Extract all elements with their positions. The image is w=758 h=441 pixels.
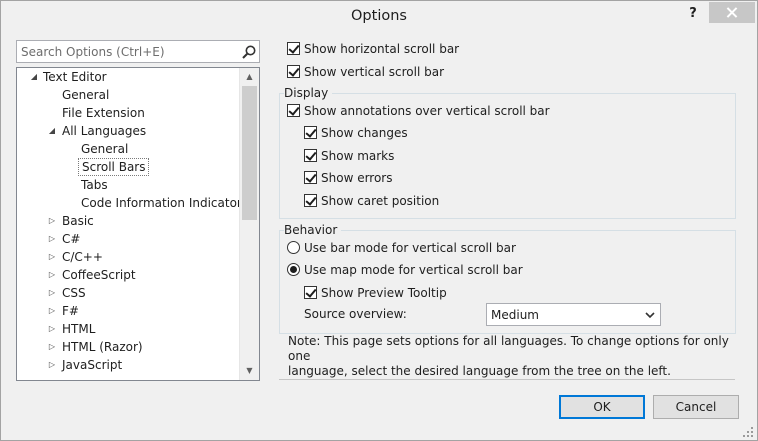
tree-item-label: General — [62, 88, 110, 102]
tree-item-label: Basic — [62, 214, 94, 228]
tree-item-label: Text Editor — [43, 70, 107, 84]
collapsed-arrow-icon[interactable]: ▷ — [47, 338, 57, 356]
note-line-2: language, select the desired language fr… — [288, 364, 671, 378]
tree-item-label: Scroll Bars — [78, 158, 150, 176]
collapsed-arrow-icon[interactable]: ▷ — [47, 284, 57, 302]
help-button[interactable]: ? — [683, 4, 703, 24]
tree-item-label: F# — [62, 304, 79, 318]
scrollbar-thumb[interactable] — [242, 86, 257, 220]
radio-circle[interactable] — [287, 241, 300, 254]
tree-item-label: CoffeeScript — [62, 268, 136, 282]
checkbox-label: Show caret position — [321, 194, 440, 208]
checkbox-box[interactable] — [287, 104, 300, 117]
chevron-down-icon — [645, 312, 655, 319]
note-text: Note: This page sets options for all lan… — [288, 334, 733, 379]
tree-item-label: Code Information Indicators — [81, 196, 241, 210]
note-line-1: Note: This page sets options for all lan… — [288, 334, 729, 363]
source-overview-label: Source overview: — [304, 307, 407, 321]
checkbox-box[interactable] — [304, 149, 317, 162]
search-input[interactable] — [17, 41, 235, 62]
expanded-arrow-icon[interactable]: ◢ — [29, 68, 39, 86]
options-tree: ◢ Text Editor General File Extension ◢ A… — [16, 67, 260, 381]
radio-label: Use map mode for vertical scroll bar — [304, 263, 523, 277]
tree-item-label: File Extension — [62, 106, 145, 120]
search-box — [16, 40, 260, 63]
dialog-title: Options — [351, 8, 407, 24]
close-icon — [727, 7, 737, 17]
close-button[interactable] — [709, 2, 755, 23]
checkbox-box[interactable] — [304, 171, 317, 184]
collapsed-arrow-icon[interactable]: ▷ — [47, 212, 57, 230]
radio-label: Use bar mode for vertical scroll bar — [304, 241, 516, 255]
radio-circle[interactable] — [287, 263, 300, 276]
checkbox-box[interactable] — [287, 65, 300, 78]
tree-item-label: CSS — [62, 286, 86, 300]
tree-item-label: HTML (Razor) — [62, 340, 143, 354]
checkbox-box[interactable] — [304, 286, 317, 299]
checkbox-label: Show errors — [321, 171, 393, 185]
checkbox-label: Show marks — [321, 149, 395, 163]
collapsed-arrow-icon[interactable]: ▷ — [47, 356, 57, 374]
collapsed-arrow-icon[interactable]: ▷ — [47, 248, 57, 266]
source-overview-value: Medium — [491, 308, 539, 322]
tree-item-label: HTML — [62, 322, 96, 336]
checkbox-box[interactable] — [304, 194, 317, 207]
separator — [279, 379, 735, 380]
title-bar: Options ? — [1, 1, 757, 32]
tree-item-label: JavaScript — [62, 358, 123, 372]
tree-item-label: C/C++ — [62, 250, 103, 264]
cancel-button[interactable]: Cancel — [653, 395, 739, 419]
checkbox-label: Show vertical scroll bar — [304, 65, 444, 79]
behavior-group-label: Behavior — [284, 222, 342, 238]
expanded-arrow-icon[interactable]: ◢ — [47, 122, 57, 140]
tree-scrollbar[interactable]: ▲ ▼ — [239, 68, 259, 380]
ok-button[interactable]: OK — [559, 395, 645, 419]
tree-item-label: General — [81, 142, 129, 156]
tree-item-label: Tabs — [81, 178, 108, 192]
collapsed-arrow-icon[interactable]: ▷ — [47, 320, 57, 338]
options-dialog: Options ? ◢ Text Editor General File Ext… — [0, 0, 758, 441]
collapsed-arrow-icon[interactable]: ▷ — [47, 302, 57, 320]
tree-items: ◢ Text Editor General File Extension ◢ A… — [17, 68, 241, 380]
scroll-up-icon[interactable]: ▲ — [240, 68, 259, 85]
checkbox-box[interactable] — [287, 42, 300, 55]
checkbox-box[interactable] — [304, 126, 317, 139]
tree-item-label: All Languages — [62, 124, 147, 138]
resize-grip-icon[interactable] — [741, 425, 755, 439]
collapsed-arrow-icon[interactable]: ▷ — [47, 230, 57, 248]
search-icon[interactable] — [241, 44, 257, 60]
checkbox-label: Show horizontal scroll bar — [304, 42, 460, 56]
source-overview-select[interactable]: Medium — [486, 303, 661, 326]
checkbox-label: Show Preview Tooltip — [321, 286, 447, 300]
scroll-down-icon[interactable]: ▼ — [240, 362, 259, 379]
checkbox-label: Show annotations over vertical scroll ba… — [304, 104, 550, 118]
tree-item-label: C# — [62, 232, 81, 246]
checkbox-label: Show changes — [321, 126, 408, 140]
collapsed-arrow-icon[interactable]: ▷ — [47, 266, 57, 284]
display-group-label: Display — [284, 85, 333, 101]
